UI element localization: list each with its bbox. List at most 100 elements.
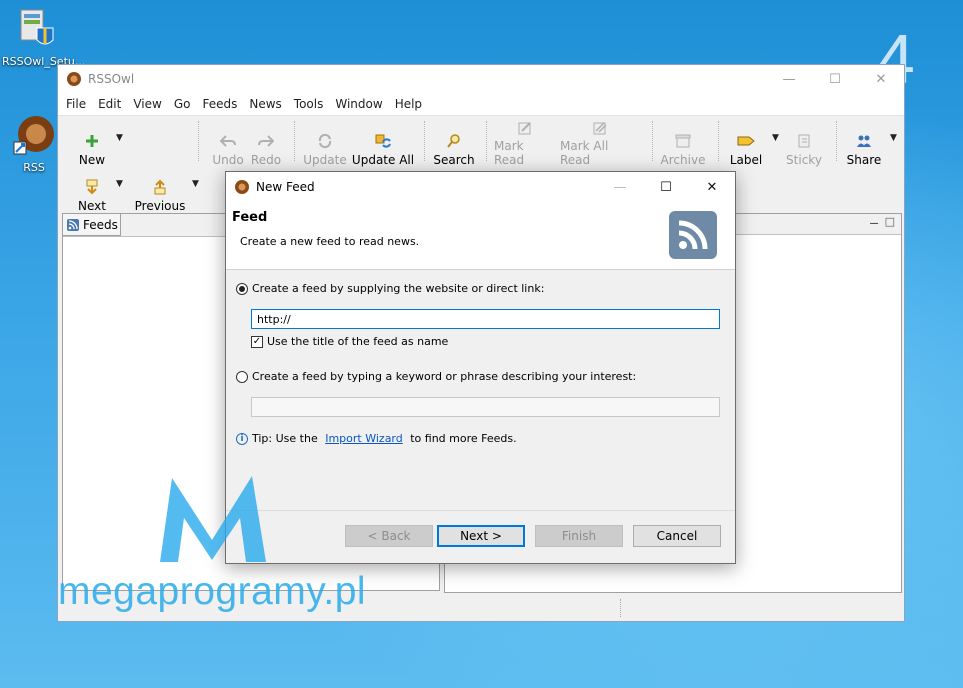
toolbar-separator [836, 121, 838, 161]
radio-unselected-icon[interactable] [236, 370, 248, 383]
update-all-icon [374, 132, 392, 150]
undo-button[interactable]: Undo [208, 121, 248, 167]
checkbox-checked-icon[interactable]: ✓ [251, 335, 263, 348]
use-title-checkbox-row[interactable]: ✓ Use the title of the feed as name [251, 335, 448, 348]
panel-minimize-icon[interactable]: ⚊ [869, 214, 879, 227]
back-button[interactable]: < Back [345, 525, 433, 547]
menu-go[interactable]: Go [168, 97, 197, 111]
update-all-button[interactable]: Update All [350, 121, 416, 167]
search-button[interactable]: Search [432, 121, 476, 167]
cancel-button[interactable]: Cancel [633, 525, 721, 547]
finish-button[interactable]: Finish [535, 525, 623, 547]
label-button-label: Label [729, 153, 763, 167]
info-icon: i [236, 432, 248, 445]
feeds-tab-label: Feeds [83, 217, 118, 232]
new-dropdown-caret-icon[interactable]: ▼ [116, 133, 123, 143]
dialog-subheading: Create a new feed to read news. [240, 235, 420, 248]
rss-feed-icon [67, 218, 79, 231]
dialog-header: Feed Create a new feed to read news. [226, 202, 735, 270]
import-wizard-link[interactable]: Import Wizard [325, 432, 403, 445]
menu-view[interactable]: View [127, 97, 167, 111]
previous-dropdown-caret-icon[interactable]: ▼ [192, 179, 199, 189]
maximize-button[interactable]: ☐ [812, 65, 858, 93]
mark-all-read-button-label: Mark All Read [560, 139, 609, 167]
menu-window[interactable]: Window [329, 97, 388, 111]
dialog-close-button[interactable]: ✕ [689, 173, 735, 201]
rss-logo-icon [669, 211, 717, 259]
menu-edit[interactable]: Edit [92, 97, 127, 111]
dialog-footer: < Back Next > Finish Cancel [226, 510, 735, 563]
keyword-input[interactable] [251, 397, 720, 417]
rssowl-logo-icon [13, 116, 54, 155]
share-dropdown-caret-icon[interactable]: ▼ [890, 133, 897, 143]
close-button[interactable]: ✕ [858, 65, 904, 93]
mark-read-button[interactable]: Mark Read [494, 121, 556, 167]
menu-feeds[interactable]: Feeds [196, 97, 243, 111]
option-keyword-radio[interactable]: Create a feed by typing a keyword or phr… [236, 370, 636, 383]
undo-icon [219, 132, 237, 150]
next-arrow-icon [83, 178, 101, 196]
redo-button[interactable]: Redo [246, 121, 286, 167]
new-button[interactable]: New [72, 121, 112, 167]
sticky-icon [795, 132, 813, 150]
dialog-maximize-button[interactable]: ☐ [643, 173, 689, 201]
dialog-title: New Feed [256, 180, 315, 194]
mark-read-button-label: Mark Read [494, 139, 525, 167]
menu-tools[interactable]: Tools [288, 97, 330, 111]
toolbar-separator [718, 121, 720, 161]
window-title: RSSOwl [88, 72, 135, 86]
next-button-label: Next [78, 199, 106, 213]
share-button-label: Share [846, 153, 882, 167]
dialog-titlebar: New Feed — ☐ ✕ [226, 172, 735, 202]
desktop-icon-rssowl[interactable]: RSS [10, 112, 58, 174]
label-icon [737, 132, 755, 150]
dialog-heading: Feed [232, 210, 268, 225]
previous-arrow-icon [151, 178, 169, 196]
option-link-radio[interactable]: Create a feed by supplying the website o… [236, 282, 544, 295]
toolbar-separator [486, 121, 488, 161]
new-feed-dialog: New Feed — ☐ ✕ Feed Create a new feed to… [225, 171, 736, 564]
next-button[interactable]: Next [72, 167, 112, 213]
sticky-button[interactable]: Sticky [784, 121, 824, 167]
minimize-button[interactable]: — [766, 65, 812, 93]
next-dropdown-caret-icon[interactable]: ▼ [116, 179, 123, 189]
menu-news[interactable]: News [243, 97, 287, 111]
archive-button[interactable]: Archive [660, 121, 706, 167]
option-keyword-label: Create a feed by typing a keyword or phr… [252, 370, 637, 383]
option-link-label: Create a feed by supplying the website o… [252, 282, 545, 295]
use-title-label: Use the title of the feed as name [267, 335, 449, 348]
window-titlebar: RSSOwl — ☐ ✕ [58, 65, 904, 93]
label-dropdown-caret-icon[interactable]: ▼ [772, 133, 779, 143]
tip-suffix: to find more Feeds. [406, 432, 517, 445]
toolbar-separator [294, 121, 296, 161]
status-bar [58, 595, 904, 621]
panel-maximize-icon[interactable]: □ [885, 215, 895, 228]
toolbar-separator [198, 121, 200, 161]
feeds-tab[interactable]: Feeds [63, 214, 121, 236]
desktop-icon-setup[interactable]: RSSOwl_Setu... [2, 6, 85, 68]
toolbar-separator [652, 121, 654, 161]
menu-file[interactable]: File [60, 97, 92, 111]
tip-prefix: Tip: Use the [252, 432, 322, 445]
label-button[interactable]: Label [726, 121, 766, 167]
status-separator [620, 599, 621, 617]
dialog-minimize-button: — [613, 179, 627, 195]
toolbar-separator [424, 121, 426, 161]
menu-help[interactable]: Help [389, 97, 428, 111]
mark-all-read-button[interactable]: Mark All Read [560, 121, 640, 167]
rssowl-app-icon [235, 180, 249, 194]
update-button[interactable]: Update [302, 121, 348, 167]
plus-icon [83, 132, 101, 150]
next-step-button[interactable]: Next > [437, 525, 525, 547]
rssowl-app-icon [67, 72, 81, 86]
share-button[interactable]: Share [844, 121, 884, 167]
search-icon [445, 132, 463, 150]
feed-url-input[interactable] [251, 309, 720, 329]
radio-selected-icon[interactable] [236, 282, 248, 295]
search-button-label: Search [433, 153, 475, 167]
mark-all-read-icon [591, 120, 609, 136]
update-icon [316, 132, 334, 150]
previous-button[interactable]: Previous [132, 167, 188, 213]
desktop-icon-label: RSS [23, 161, 45, 174]
dialog-body: Create a feed by supplying the website o… [226, 270, 735, 510]
